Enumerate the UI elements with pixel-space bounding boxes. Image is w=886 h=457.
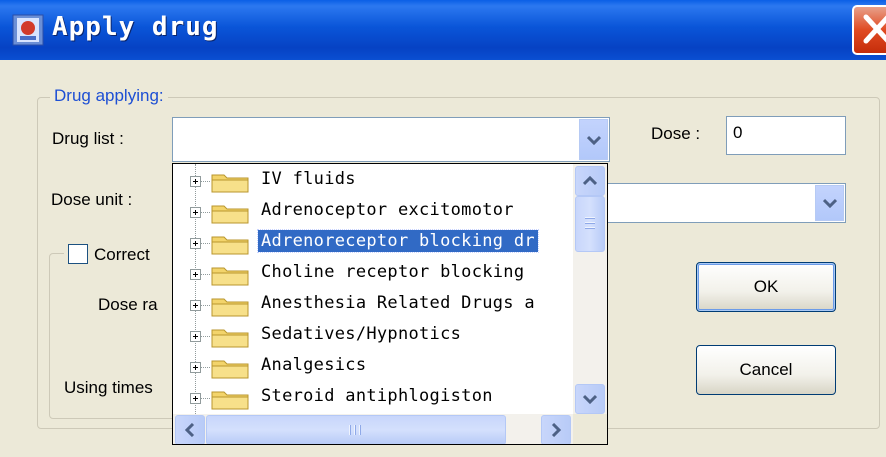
- drug-list-combo[interactable]: [172, 117, 610, 162]
- tree-item-label: Steroid antiphlogiston: [261, 386, 493, 406]
- tree-item[interactable]: IV fluids: [173, 166, 573, 196]
- chevron-down-icon: [822, 198, 837, 208]
- tree-item[interactable]: Adrenoceptor excitomotor: [173, 197, 573, 227]
- expand-plus-icon[interactable]: [190, 393, 201, 404]
- chevron-down-icon: [583, 394, 597, 404]
- tree-item[interactable]: Adrenoreceptor blocking dr: [173, 228, 573, 258]
- expand-plus-icon[interactable]: [190, 176, 201, 187]
- folder-icon: [211, 205, 249, 224]
- scrollbar-corner: [573, 414, 607, 444]
- tree-item[interactable]: Anesthesia Related Drugs a: [173, 290, 573, 320]
- tree-branch-line: [201, 212, 210, 213]
- folder-icon: [211, 267, 249, 286]
- folder-icon: [211, 360, 249, 379]
- tree-branch-line: [201, 367, 210, 368]
- using-times-label: Using times: [64, 378, 153, 397]
- drug-tree-dropdown[interactable]: IV fluids Adrenoceptor excitomotor Adrenor…: [172, 163, 608, 445]
- expand-plus-icon[interactable]: [190, 269, 201, 280]
- tree-item-label: Choline receptor blocking: [261, 262, 525, 282]
- window-title: Apply drug: [52, 12, 219, 42]
- scroll-up-button[interactable]: [575, 166, 605, 196]
- group-title: Drug applying:: [50, 86, 168, 106]
- chevron-right-icon: [551, 423, 561, 437]
- chevron-left-icon: [185, 423, 195, 437]
- folder-icon: [211, 174, 249, 193]
- dose-label: Dose :: [651, 124, 701, 143]
- horizontal-scrollbar[interactable]: [173, 414, 573, 444]
- expand-plus-icon[interactable]: [190, 238, 201, 249]
- tree-item-label: Anesthesia Related Drugs a: [261, 293, 535, 313]
- tree-item-label: Adrenoceptor excitomotor: [261, 200, 514, 220]
- folder-icon: [211, 236, 249, 255]
- tree-item-label: Adrenoreceptor blocking dr: [257, 229, 539, 253]
- drug-list-dropdown-button[interactable]: [579, 119, 608, 160]
- scroll-right-button[interactable]: [541, 415, 571, 444]
- expand-plus-icon[interactable]: [190, 362, 201, 373]
- tree-branch-line: [201, 398, 210, 399]
- tree-item[interactable]: Analgesics: [173, 352, 573, 382]
- tree-item[interactable]: Sedatives/Hypnotics: [173, 321, 573, 351]
- horizontal-scroll-thumb[interactable]: [206, 415, 506, 444]
- tree-branch-line: [201, 243, 210, 244]
- tree-item-label: Analgesics: [261, 355, 367, 375]
- scroll-left-button[interactable]: [175, 415, 205, 444]
- chevron-up-icon: [583, 176, 597, 186]
- dose-unit-dropdown-button[interactable]: [815, 185, 844, 221]
- tree-branch-line: [201, 305, 210, 306]
- vertical-scroll-thumb[interactable]: [575, 196, 605, 252]
- scroll-down-button[interactable]: [575, 384, 605, 414]
- drug-list-label: Drug list :: [52, 129, 124, 148]
- vertical-scrollbar[interactable]: [573, 164, 607, 414]
- expand-plus-icon[interactable]: [190, 207, 201, 218]
- app-icon: [12, 14, 44, 46]
- tree-item-label: Sedatives/Hypnotics: [261, 324, 462, 344]
- dose-unit-label: Dose unit :: [51, 190, 133, 209]
- tree-branch-line: [201, 181, 210, 182]
- folder-icon: [211, 329, 249, 348]
- dose-unit-combo[interactable]: [606, 183, 846, 223]
- tree-branch-line: [201, 336, 210, 337]
- expand-plus-icon[interactable]: [190, 331, 201, 342]
- correct-label: Correct: [94, 245, 150, 264]
- tree-item[interactable]: Steroid antiphlogiston: [173, 383, 573, 413]
- close-x-icon: [863, 14, 886, 44]
- ok-button[interactable]: OK: [696, 262, 836, 312]
- chevron-down-icon: [586, 135, 601, 145]
- close-button[interactable]: [852, 5, 886, 55]
- cancel-button[interactable]: Cancel: [696, 345, 836, 395]
- tree-item-label: IV fluids: [261, 169, 356, 189]
- folder-icon: [211, 391, 249, 410]
- dose-rate-label: Dose ra: [98, 295, 158, 314]
- tree-branch-line: [201, 274, 210, 275]
- folder-icon: [211, 298, 249, 317]
- expand-plus-icon[interactable]: [190, 300, 201, 311]
- correct-checkbox[interactable]: [68, 244, 88, 264]
- dose-input[interactable]: 0: [726, 116, 846, 155]
- tree-item[interactable]: Choline receptor blocking: [173, 259, 573, 289]
